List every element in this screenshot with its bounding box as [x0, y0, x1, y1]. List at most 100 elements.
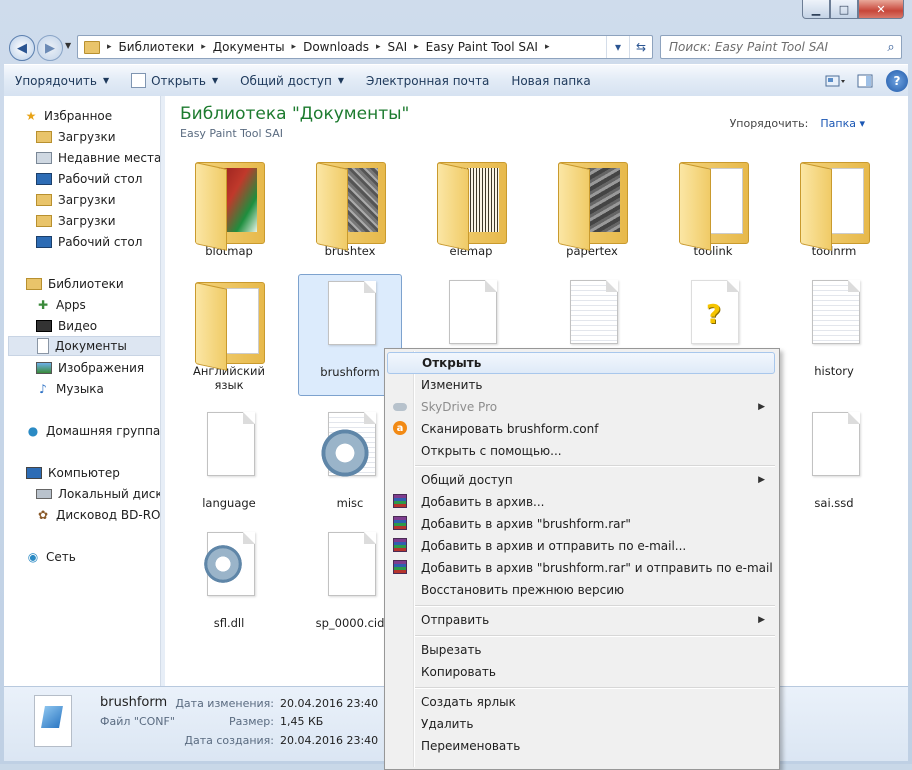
dropdown-arrow-icon: ▼	[211, 76, 219, 85]
menu-item-rename[interactable]: Переименовать	[387, 735, 775, 757]
share-button[interactable]: Общий доступ ▼	[229, 65, 355, 96]
menu-item-create-shortcut[interactable]: Создать ярлык	[387, 691, 775, 713]
folder-item[interactable]: toolink	[661, 154, 765, 276]
sidebar-item-music[interactable]: ♪ Музыка	[36, 379, 160, 399]
menu-item-add-to-rar[interactable]: Добавить в архив "brushform.rar"	[387, 513, 775, 535]
email-button[interactable]: Электронная почта	[355, 65, 500, 96]
organize-button[interactable]: Упорядочить ▼	[4, 65, 120, 96]
sidebar-item-desktop-2[interactable]: Рабочий стол	[36, 232, 160, 252]
address-bar[interactable]: ▸ Библиотеки ▸ Документы ▸ Downloads ▸ S…	[77, 35, 653, 59]
folder-item[interactable]: toolnrm	[782, 154, 886, 276]
sidebar-item-pictures[interactable]: Изображения	[36, 358, 160, 378]
sidebar-item-network[interactable]: ◉ Сеть	[26, 547, 160, 567]
arrange-by-dropdown[interactable]: Папка ▾	[820, 117, 865, 130]
detail-size-value: 1,45 КБ	[280, 715, 324, 728]
menu-item-cut[interactable]: Вырезать	[387, 639, 775, 661]
menu-item-open[interactable]: Открыть	[387, 352, 775, 374]
sidebar-item-video[interactable]: Видео	[36, 316, 160, 336]
file-item[interactable]: history	[782, 274, 886, 396]
menu-item-copy[interactable]: Копировать	[387, 661, 775, 683]
back-button[interactable]: ◀	[9, 35, 35, 61]
chevron-right-icon[interactable]: ▸	[411, 42, 422, 52]
chevron-right-icon[interactable]: ▸	[104, 42, 115, 52]
share-label: Общий доступ	[240, 73, 332, 88]
recent-pages-dropdown-icon[interactable]: ▼	[65, 41, 71, 50]
chevron-right-icon[interactable]: ▸	[289, 42, 300, 52]
menu-item-label: Изменить	[421, 378, 483, 392]
menu-item-archive-and-email[interactable]: Добавить в архив и отправить по e-mail..…	[387, 535, 775, 557]
help-button[interactable]: ?	[882, 69, 908, 92]
menu-separator	[415, 687, 775, 689]
folder-item[interactable]: Английский язык	[177, 274, 281, 396]
sidebar-item-label: Домашняя группа	[46, 424, 160, 438]
close-button[interactable]: ✕	[858, 0, 904, 19]
file-item[interactable]: sfl.dll	[177, 526, 281, 648]
sidebar-item-computer[interactable]: Компьютер	[26, 463, 160, 483]
folder-item[interactable]: papertex	[540, 154, 644, 276]
organize-label: Упорядочить	[15, 73, 97, 88]
menu-item-add-to-archive[interactable]: Добавить в архив...	[387, 491, 775, 513]
breadcrumb-documents[interactable]: Документы	[209, 40, 289, 54]
sidebar-item-downloads-2[interactable]: Загрузки	[36, 190, 160, 210]
sidebar-item-apps[interactable]: ✚ Apps	[36, 295, 160, 315]
breadcrumb-sai[interactable]: SAI	[384, 40, 412, 54]
menu-item-scan[interactable]: a Сканировать brushform.conf	[387, 418, 775, 440]
new-folder-button[interactable]: Новая папка	[500, 65, 601, 96]
sidebar-item-homegroup[interactable]: ● Домашняя группа	[26, 421, 160, 441]
open-button[interactable]: Открыть ▼	[120, 65, 229, 96]
sidebar-item-recent-places[interactable]: Недавние места	[36, 148, 160, 168]
help-icon: ?	[886, 69, 908, 92]
recent-icon	[36, 152, 52, 164]
sidebar-item-label: Загрузки	[58, 130, 116, 144]
desktop-icon	[36, 236, 52, 248]
disc-drive-icon: ✿	[37, 508, 49, 522]
maximize-button[interactable]: □	[830, 0, 858, 19]
search-icon[interactable]: ⌕	[881, 40, 901, 55]
menu-item-label: Вырезать	[421, 643, 482, 657]
file-item[interactable]: language	[177, 406, 281, 528]
chevron-right-icon[interactable]: ▸	[373, 42, 384, 52]
menu-item-restore-previous[interactable]: Восстановить прежнюю версию	[387, 579, 775, 601]
computer-icon	[26, 467, 42, 479]
search-field[interactable]: Поиск: Easy Paint Tool SAI ⌕	[660, 35, 902, 59]
sidebar-item-local-disk[interactable]: Локальный диск (C	[36, 484, 160, 504]
menu-item-delete[interactable]: Удалить	[387, 713, 775, 735]
address-history-dropdown-icon[interactable]: ▾	[606, 36, 629, 58]
folder-item[interactable]: brushtex	[298, 154, 402, 276]
winrar-icon	[393, 494, 409, 510]
menu-item-label: SkyDrive Pro	[421, 400, 498, 414]
sidebar-item-favorites[interactable]: ★ Избранное	[24, 106, 160, 126]
preview-pane-icon[interactable]	[852, 70, 878, 92]
menu-item-skydrive-pro[interactable]: SkyDrive Pro ▶	[387, 396, 775, 418]
sidebar-item-libraries[interactable]: Библиотеки	[26, 274, 160, 294]
sidebar-item-documents[interactable]: Документы	[8, 336, 160, 356]
folder-item[interactable]: elemap	[419, 154, 523, 276]
sidebar-item-label: Сеть	[46, 550, 76, 564]
menu-item-open-with[interactable]: Открыть с помощью...	[387, 440, 775, 462]
file-item[interactable]: sai.ssd	[782, 406, 886, 528]
menu-item-label: Добавить в архив "brushform.rar" и отпра…	[421, 561, 773, 575]
folder-item[interactable]: blotmap	[177, 154, 281, 276]
view-options-icon[interactable]	[822, 70, 848, 92]
folder-icon	[794, 154, 874, 251]
breadcrumb-easy-paint-tool-sai[interactable]: Easy Paint Tool SAI	[422, 40, 542, 54]
menu-item-share[interactable]: Общий доступ ▶	[387, 469, 775, 491]
forward-button[interactable]: ▶	[37, 35, 63, 61]
breadcrumb-libraries[interactable]: Библиотеки	[115, 40, 199, 54]
sidebar-item-downloads[interactable]: Загрузки	[36, 127, 160, 147]
refresh-icon[interactable]: ⇆	[629, 36, 652, 58]
search-input[interactable]: Поиск: Easy Paint Tool SAI	[661, 40, 881, 54]
menu-item-edit[interactable]: Изменить	[387, 374, 775, 396]
minimize-button[interactable]: ▁	[802, 0, 830, 19]
drive-icon	[36, 489, 52, 499]
sidebar-item-bd-rom[interactable]: ✿ Дисковод BD-ROM	[36, 505, 160, 525]
menu-item-rar-and-email[interactable]: Добавить в архив "brushform.rar" и отпра…	[387, 557, 775, 579]
menu-item-send-to[interactable]: Отправить ▶	[387, 609, 775, 631]
sidebar-item-downloads-3[interactable]: Загрузки	[36, 211, 160, 231]
folder-icon	[673, 154, 753, 251]
chevron-right-icon[interactable]: ▸	[198, 42, 209, 52]
chevron-right-icon[interactable]: ▸	[542, 42, 553, 52]
breadcrumb-downloads[interactable]: Downloads	[299, 40, 373, 54]
sidebar-item-desktop[interactable]: Рабочий стол	[36, 169, 160, 189]
avast-icon: a	[393, 421, 409, 437]
